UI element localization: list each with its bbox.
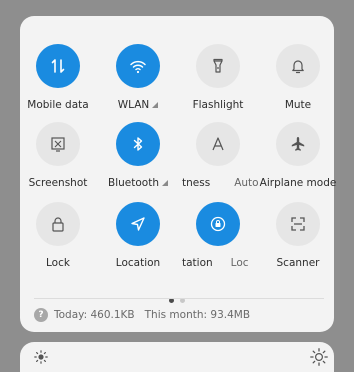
scanner-icon: [276, 202, 320, 246]
tile-airplane[interactable]: Airplane mode: [258, 122, 338, 190]
bluetooth-icon: [116, 122, 160, 166]
tile-label: Mute: [284, 99, 312, 111]
tile-bluetooth[interactable]: Bluetooth: [98, 122, 178, 190]
screenshot-icon: [36, 122, 80, 166]
tile-auto-brightness[interactable]: tness Auto: [178, 122, 258, 190]
page-indicator: [20, 288, 334, 303]
data-usage-icon: ?: [34, 308, 48, 322]
airplane-icon: [276, 122, 320, 166]
rotation-lock-icon: [196, 202, 240, 246]
usage-today: Today: 460.1KB: [54, 309, 135, 321]
data-usage[interactable]: ? Today: 460.1KB This month: 93.4MB: [34, 306, 250, 324]
lock-icon: [36, 202, 80, 246]
tile-wlan[interactable]: WLAN: [98, 44, 178, 112]
divider: [34, 298, 324, 299]
tile-label-wrap: WLAN: [98, 98, 178, 112]
tile-label-wrap: tness Auto: [178, 176, 258, 190]
tile-flashlight[interactable]: Flashlight: [178, 44, 258, 112]
brightness-high-icon: [310, 348, 328, 366]
signal-icon: [152, 102, 159, 108]
tile-label: Screenshot: [28, 177, 88, 189]
bell-icon: [276, 44, 320, 88]
tile-label: Scanner: [276, 257, 320, 269]
tile-label-secondary: Loc: [230, 257, 249, 269]
tile-label-wrap: Bluetooth: [98, 176, 178, 190]
tile-screenshot[interactable]: Screenshot: [18, 122, 98, 190]
tile-scanner[interactable]: Scanner: [258, 202, 338, 270]
tile-label: Bluetooth: [108, 177, 159, 189]
quick-settings-panel: Mobile data WLAN Flashlight Mute Screens…: [18, 16, 336, 332]
tile-label: WLAN: [117, 99, 150, 111]
tile-lock[interactable]: Lock: [18, 202, 98, 270]
arrows-icon: [36, 44, 80, 88]
usage-month: This month: 93.4MB: [144, 309, 251, 321]
signal-icon: [161, 180, 168, 186]
tile-label: Mobile data: [27, 99, 89, 111]
wifi-icon: [116, 44, 160, 88]
tile-label: tation: [182, 257, 213, 269]
tile-location[interactable]: Location: [98, 202, 178, 270]
location-icon: [116, 202, 160, 246]
tile-label: Location: [115, 257, 161, 269]
tile-mobile-data[interactable]: Mobile data: [18, 44, 98, 112]
tile-label: tness: [182, 177, 211, 189]
tile-label-secondary: Auto: [234, 177, 258, 189]
flashlight-icon: [196, 44, 240, 88]
tile-rotation-lock[interactable]: tation Loc: [178, 202, 258, 270]
tile-mute[interactable]: Mute: [258, 44, 338, 112]
tile-label: Lock: [46, 257, 70, 269]
tile-label-wrap: tation Loc: [178, 256, 258, 270]
brightness-low-icon: [34, 350, 48, 364]
tile-label: Flashlight: [192, 99, 244, 111]
auto-brightness-icon: [196, 122, 240, 166]
brightness-slider[interactable]: [20, 342, 334, 372]
tile-label: Airplane mode: [259, 177, 337, 189]
